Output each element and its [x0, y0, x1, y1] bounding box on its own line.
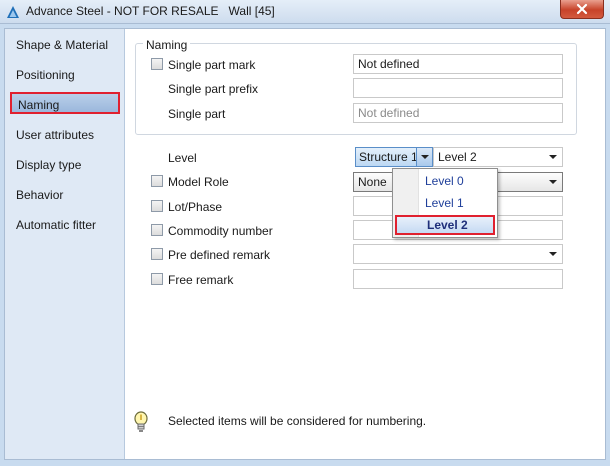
advance-steel-app-icon — [7, 6, 19, 18]
free-remark-label: Free remark — [168, 273, 234, 287]
model-role-value: None — [358, 175, 387, 189]
window-title: Advance Steel - NOT FOR RESALE Wall [45] — [26, 4, 275, 18]
sidebar-item-behavior[interactable]: Behavior — [16, 184, 121, 206]
dialog-body: Shape & Material Positioning Naming User… — [4, 28, 606, 460]
pre-defined-remark-checkbox[interactable] — [151, 248, 163, 260]
close-button[interactable] — [560, 0, 604, 19]
model-role-label: Model Role — [168, 175, 229, 189]
level-combobox[interactable]: Level 2 — [433, 147, 563, 167]
chevron-down-icon — [421, 155, 429, 159]
sidebar-item-display-type[interactable]: Display type — [16, 154, 121, 176]
chevron-down-icon — [549, 155, 557, 159]
chevron-down-icon — [549, 252, 557, 256]
single-part-label: Single part — [168, 107, 226, 121]
dropdown-option-level-1[interactable]: Level 1 — [423, 193, 495, 213]
sidebar-item-naming[interactable]: Naming — [10, 92, 120, 114]
structure-combobox-value: Structure 1 — [359, 150, 418, 164]
lot-phase-checkbox[interactable] — [151, 200, 163, 212]
pre-defined-remark-label: Pre defined remark — [168, 248, 271, 262]
structure-combobox[interactable]: Structure 1 — [355, 147, 433, 167]
single-part-mark-checkbox[interactable] — [151, 58, 163, 70]
commodity-number-checkbox[interactable] — [151, 224, 163, 236]
single-part-mark-label: Single part mark — [168, 58, 256, 72]
sidebar-item-positioning[interactable]: Positioning — [16, 64, 121, 86]
dropdown-option-level-0[interactable]: Level 0 — [423, 171, 495, 191]
pre-defined-remark-combobox[interactable] — [353, 244, 563, 264]
title-bar: Advance Steel - NOT FOR RESALE Wall [45] — [0, 0, 610, 24]
single-part-prefix-label: Single part prefix — [168, 82, 259, 96]
dropdown-option-level-2[interactable]: Level 2 — [395, 215, 495, 235]
single-part-mark-field[interactable]: Not defined — [353, 54, 563, 74]
lightbulb-icon — [134, 411, 148, 432]
window-bottom-edge — [0, 460, 610, 466]
close-icon — [576, 3, 588, 15]
model-role-checkbox[interactable] — [151, 175, 163, 187]
structure-dropdown-button[interactable] — [416, 148, 432, 166]
level-combobox-value: Level 2 — [438, 150, 477, 164]
free-remark-field[interactable] — [353, 269, 563, 289]
numbering-hint-text: Selected items will be considered for nu… — [168, 414, 427, 428]
level-dropdown-list: Level 0 Level 1 Level 2 — [392, 168, 498, 238]
single-part-prefix-field[interactable] — [353, 78, 563, 98]
commodity-number-label: Commodity number — [168, 224, 273, 238]
lot-phase-label: Lot/Phase — [168, 200, 223, 214]
chevron-down-icon — [549, 180, 557, 184]
naming-group-title: Naming — [143, 38, 191, 52]
category-sidebar: Shape & Material Positioning Naming User… — [5, 29, 125, 459]
free-remark-checkbox[interactable] — [151, 273, 163, 285]
sidebar-item-shape-material[interactable]: Shape & Material — [16, 34, 121, 56]
single-part-field: Not defined — [353, 103, 563, 123]
level-label: Level — [168, 151, 197, 165]
sidebar-item-user-attributes[interactable]: User attributes — [16, 124, 121, 146]
sidebar-item-automatic-fitter[interactable]: Automatic fitter — [16, 214, 121, 236]
